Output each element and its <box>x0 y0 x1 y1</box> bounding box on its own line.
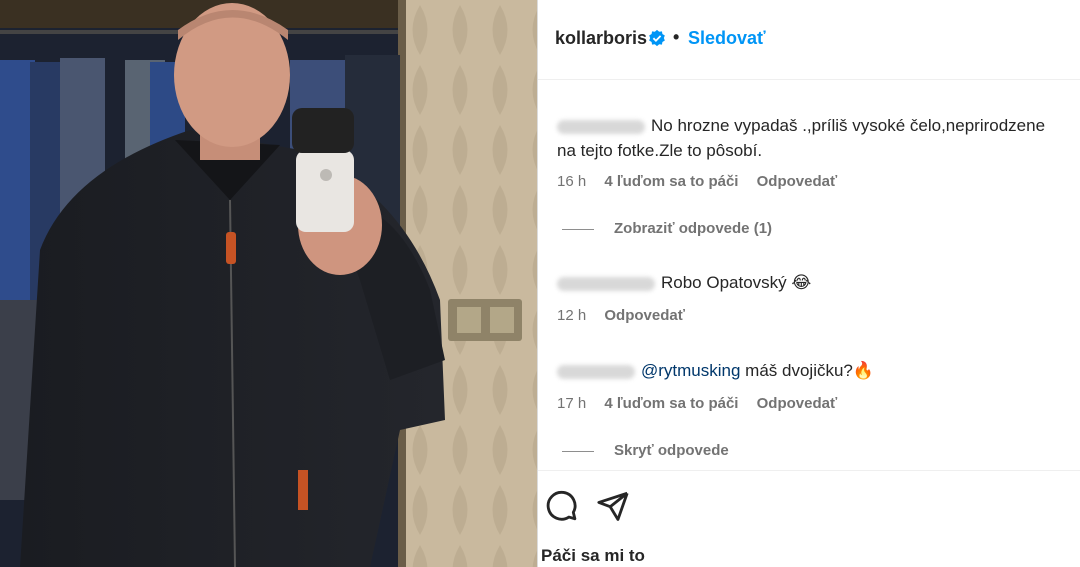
comment-3-mention[interactable]: @rytmusking <box>641 361 740 380</box>
comment-1-likes[interactable]: 4 ľuďom sa to páči <box>604 173 738 190</box>
comment-1-time: 16 h <box>557 173 587 190</box>
post-username[interactable]: kollarboris <box>555 28 647 49</box>
comment-2-time: 12 h <box>557 307 587 324</box>
comment-2: Robo Opatovský 😂 <box>557 271 811 295</box>
comment-2-text: Robo Opatovský 😂 <box>661 273 812 292</box>
blurred-username[interactable] <box>557 364 635 379</box>
post-photo <box>0 0 537 567</box>
comment-1-continuation: na tejto fotke.Zle to pôsobí. <box>557 139 762 163</box>
comment-2-reply-button[interactable]: Odpovedať <box>604 307 685 324</box>
blurred-username[interactable] <box>557 276 655 291</box>
comment-1-view-replies[interactable]: Zobraziť odpovede (1) <box>562 220 772 237</box>
post-actions: Páči sa mi to <box>538 470 1080 567</box>
comment-3-meta: 17 h 4 ľuďom sa to páči Odpovedať <box>557 395 851 412</box>
blurred-username[interactable] <box>557 119 645 134</box>
hide-replies-label: Skryť odpovede <box>614 442 729 459</box>
comment-3-text: máš dvojičku?🔥 <box>740 361 875 380</box>
comment-1: No hrozne vypadaš .,príliš vysoké čelo,n… <box>557 114 1045 138</box>
share-icon[interactable] <box>596 489 630 523</box>
photo-illustration <box>0 0 537 567</box>
comment-2-meta: 12 h Odpovedať <box>557 307 699 324</box>
comment-1-text-line2: na tejto fotke.Zle to pôsobí. <box>557 141 763 160</box>
view-replies-label: Zobraziť odpovede (1) <box>614 220 773 237</box>
comment-3-hide-replies[interactable]: Skryť odpovede <box>562 442 729 459</box>
comment-icon[interactable] <box>544 489 578 523</box>
likes-label[interactable]: Páči sa mi to <box>541 546 645 566</box>
post-side-panel: kollarboris • Sledovať No hrozne vypadaš… <box>537 0 1080 567</box>
comment-3: @rytmusking máš dvojičku?🔥 <box>557 359 874 383</box>
follow-button[interactable]: Sledovať <box>688 28 766 49</box>
comment-3-reply-button[interactable]: Odpovedať <box>757 395 838 412</box>
comment-1-reply-button[interactable]: Odpovedať <box>757 173 838 190</box>
replies-divider <box>562 450 594 452</box>
post-header: kollarboris • Sledovať <box>538 0 1080 80</box>
comment-3-time: 17 h <box>557 395 587 412</box>
verified-icon <box>649 29 665 47</box>
comment-1-text-line1: No hrozne vypadaš .,príliš vysoké čelo,n… <box>651 116 1046 135</box>
replies-divider <box>562 228 594 230</box>
comment-1-meta: 16 h 4 ľuďom sa to páči Odpovedať <box>557 173 851 190</box>
comment-3-likes[interactable]: 4 ľuďom sa to páči <box>604 395 738 412</box>
header-separator: • <box>673 27 680 47</box>
